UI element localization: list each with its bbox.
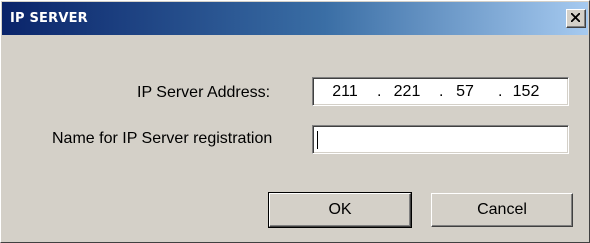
ip-server-dialog: IP SERVER IP Server Address: 211 . 221 .… xyxy=(0,0,590,243)
ip-separator: . xyxy=(439,83,444,100)
ok-button[interactable]: OK xyxy=(268,192,412,228)
title-bar[interactable]: IP SERVER xyxy=(2,2,588,35)
window-title: IP SERVER xyxy=(10,11,88,26)
registration-name-input[interactable] xyxy=(312,125,569,154)
ip-address-label: IP Server Address: xyxy=(137,84,271,101)
ip-octet-3[interactable]: 57 xyxy=(445,83,485,101)
registration-name-label: Name for IP Server registration xyxy=(52,130,273,147)
ip-separator: . xyxy=(377,83,382,100)
ip-octet-4[interactable]: 152 xyxy=(506,83,546,101)
ip-address-field[interactable]: 211 . 221 . 57 . 152 xyxy=(312,77,569,106)
close-button[interactable] xyxy=(566,9,586,28)
cancel-button[interactable]: Cancel xyxy=(431,193,573,227)
close-icon xyxy=(571,13,580,22)
ip-octet-1[interactable]: 211 xyxy=(325,83,365,101)
ip-separator: . xyxy=(498,83,503,100)
ip-octet-2[interactable]: 221 xyxy=(387,83,427,101)
text-caret xyxy=(317,131,318,149)
